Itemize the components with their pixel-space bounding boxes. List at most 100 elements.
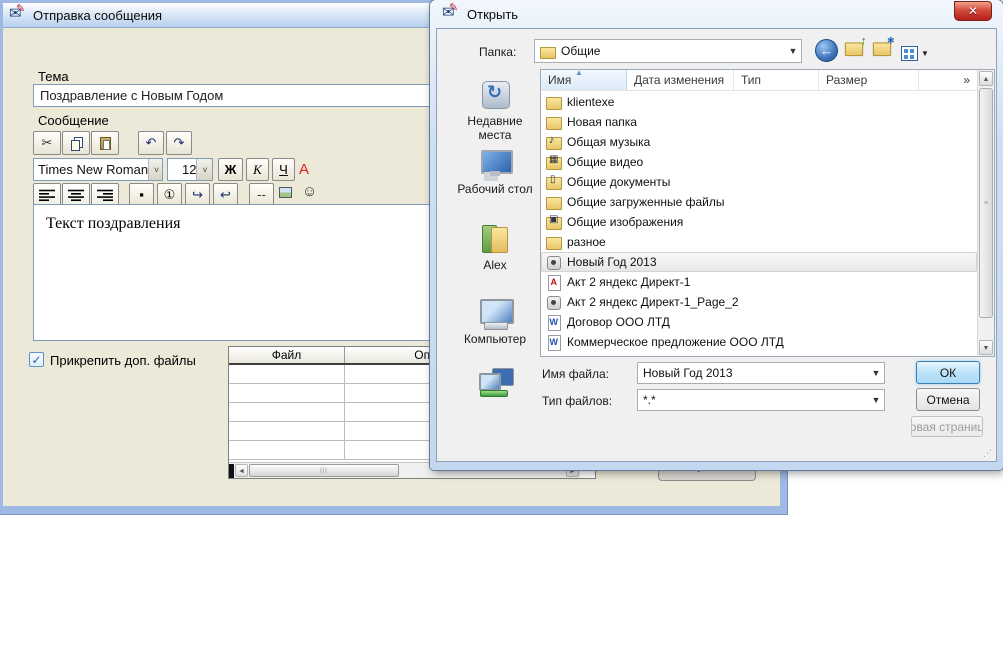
file-row[interactable]: Новая папка xyxy=(541,112,977,132)
file-row[interactable]: Акт 2 яндекс Директ-1_Page_2 xyxy=(541,292,977,312)
paste-button[interactable] xyxy=(91,131,119,155)
font-size-select[interactable]: 12 ˅ xyxy=(167,158,213,181)
file-name: Акт 2 яндекс Директ-1 xyxy=(567,275,690,289)
file-type-icon xyxy=(546,335,562,349)
place-icon xyxy=(478,367,512,399)
scroll-left-icon[interactable]: ◄ xyxy=(235,464,248,477)
indent-icon: ↪ xyxy=(192,187,203,203)
column-header-name[interactable]: ▲ Имя xyxy=(541,70,627,90)
copy-button[interactable] xyxy=(62,131,90,155)
file-name: Договор ООО ЛТД xyxy=(567,315,670,329)
file-row[interactable]: Общая музыка xyxy=(541,132,977,152)
undo-button[interactable]: ↶ xyxy=(138,131,164,155)
chevron-down-icon[interactable]: ▼ xyxy=(868,395,884,405)
file-row[interactable]: klientexe xyxy=(541,92,977,112)
align-right-button[interactable] xyxy=(91,183,119,206)
filename-label: Имя файла: xyxy=(542,367,609,381)
file-list-vertical-scrollbar[interactable]: ▲ ≡ ▼ xyxy=(977,70,994,356)
file-row[interactable]: разное xyxy=(541,232,977,252)
up-one-level-button[interactable]: ↑ xyxy=(846,41,862,57)
hscroll-thumb[interactable]: ||| xyxy=(249,464,399,477)
file-row[interactable]: Новый Год 2013 xyxy=(541,252,977,272)
file-row[interactable]: Договор ООО ЛТД xyxy=(541,312,977,332)
numbered-list-button[interactable]: ① xyxy=(157,183,182,206)
file-row[interactable]: Общие видео xyxy=(541,152,977,172)
resize-grip[interactable]: ⋰ xyxy=(983,448,993,458)
mail-send-icon xyxy=(9,8,27,22)
views-grid-icon xyxy=(901,46,918,61)
attach-files-checkbox[interactable]: ✓ xyxy=(29,352,44,367)
close-icon: ✕ xyxy=(968,4,978,18)
column-header-type[interactable]: Тип xyxy=(734,70,819,90)
sidebar-place-item[interactable]: Рабочий стол xyxy=(452,147,538,196)
underline-button[interactable]: Ч xyxy=(272,158,295,181)
sidebar-place-item[interactable]: Alex xyxy=(452,223,538,272)
sidebar-place-item[interactable]: Компьютер xyxy=(452,297,538,346)
chevron-down-icon[interactable]: ▼ xyxy=(785,46,801,56)
place-label: Недавние места xyxy=(452,114,538,142)
column-header-more[interactable]: » xyxy=(919,70,979,90)
file-row[interactable]: Коммерческое предложение ООО ЛТД xyxy=(541,332,977,352)
file-type-icon xyxy=(546,115,562,129)
file-row[interactable]: Общие загруженные файлы xyxy=(541,192,977,212)
file-rows: klientexe Новая папка Общая музыка xyxy=(541,92,977,356)
file-type-icon xyxy=(546,255,562,269)
back-button[interactable]: ← xyxy=(815,39,838,62)
cancel-button[interactable]: Отмена xyxy=(916,388,980,411)
numbered-list-icon: ① xyxy=(164,187,176,203)
italic-button[interactable]: К xyxy=(246,158,269,181)
filename-select[interactable]: Новый Год 2013 ▼ xyxy=(637,362,885,384)
file-row[interactable]: Общие изображения xyxy=(541,212,977,232)
chevron-down-icon[interactable]: ˅ xyxy=(196,159,212,180)
file-row[interactable]: Общие документы xyxy=(541,172,977,192)
views-menu-button[interactable]: ▼ xyxy=(901,42,931,64)
place-label: Alex xyxy=(483,258,506,272)
horizontal-rule-button[interactable]: -- xyxy=(249,183,274,206)
align-left-button[interactable] xyxy=(33,183,61,206)
folder-icon xyxy=(540,45,556,58)
column-header-date-modified[interactable]: Дата изменения xyxy=(627,70,734,90)
column-header-size[interactable]: Размер xyxy=(819,70,919,90)
insert-image-button[interactable] xyxy=(279,187,292,201)
filetype-select[interactable]: *.* ▼ xyxy=(637,389,885,411)
back-arrow-icon: ← xyxy=(820,43,833,58)
ok-button[interactable]: ОК xyxy=(916,361,980,384)
redo-button[interactable]: ↷ xyxy=(166,131,192,155)
insert-smiley-button[interactable]: ☺ xyxy=(302,183,317,200)
checkmark-icon: ✓ xyxy=(31,353,41,367)
file-name: разное xyxy=(567,235,606,249)
column-header-file[interactable]: Файл xyxy=(229,347,345,363)
filetype-value: *.* xyxy=(643,393,656,407)
open-dialog-titlebar[interactable]: Открыть xyxy=(430,0,1003,28)
new-folder-button[interactable]: ✱ xyxy=(874,41,890,57)
place-icon xyxy=(478,147,512,179)
vscroll-thumb[interactable]: ≡ xyxy=(979,88,993,318)
scroll-up-icon[interactable]: ▲ xyxy=(979,71,993,86)
open-dialog-title: Открыть xyxy=(467,7,518,22)
sidebar-place-item[interactable]: Недавние места xyxy=(452,79,538,142)
outdent-button[interactable]: ↩ xyxy=(213,183,238,206)
splitter-mark[interactable] xyxy=(229,464,234,478)
open-dialog-body: Папка: Общие ▼ ← ↑ ✱ ▼ Недавние места xyxy=(436,28,997,462)
redo-icon: ↷ xyxy=(174,135,185,151)
close-button[interactable]: ✕ xyxy=(954,1,992,21)
scroll-down-icon[interactable]: ▼ xyxy=(979,340,993,355)
chevron-down-icon[interactable]: ˅ xyxy=(148,159,163,180)
sidebar-place-item[interactable] xyxy=(452,367,538,402)
file-name: Общие изображения xyxy=(567,215,683,229)
font-family-select[interactable]: Times New Roman ˅ xyxy=(33,158,163,181)
mail-send-icon xyxy=(442,7,460,21)
filetype-label: Тип файлов: xyxy=(542,394,612,408)
font-color-button[interactable]: А xyxy=(299,161,309,178)
bold-button[interactable]: Ж xyxy=(218,158,243,181)
align-center-button[interactable] xyxy=(62,183,90,206)
indent-button[interactable]: ↪ xyxy=(185,183,210,206)
cut-button[interactable]: ✂ xyxy=(33,131,61,155)
subject-label: Тема xyxy=(38,69,69,84)
cut-icon: ✂ xyxy=(42,135,53,151)
compose-window-title: Отправка сообщения xyxy=(33,8,162,23)
file-row[interactable]: Акт 2 яндекс Директ-1 xyxy=(541,272,977,292)
bullet-list-button[interactable]: ▪ xyxy=(129,183,154,206)
chevron-down-icon[interactable]: ▼ xyxy=(868,368,884,378)
folder-select[interactable]: Общие ▼ xyxy=(534,39,802,63)
